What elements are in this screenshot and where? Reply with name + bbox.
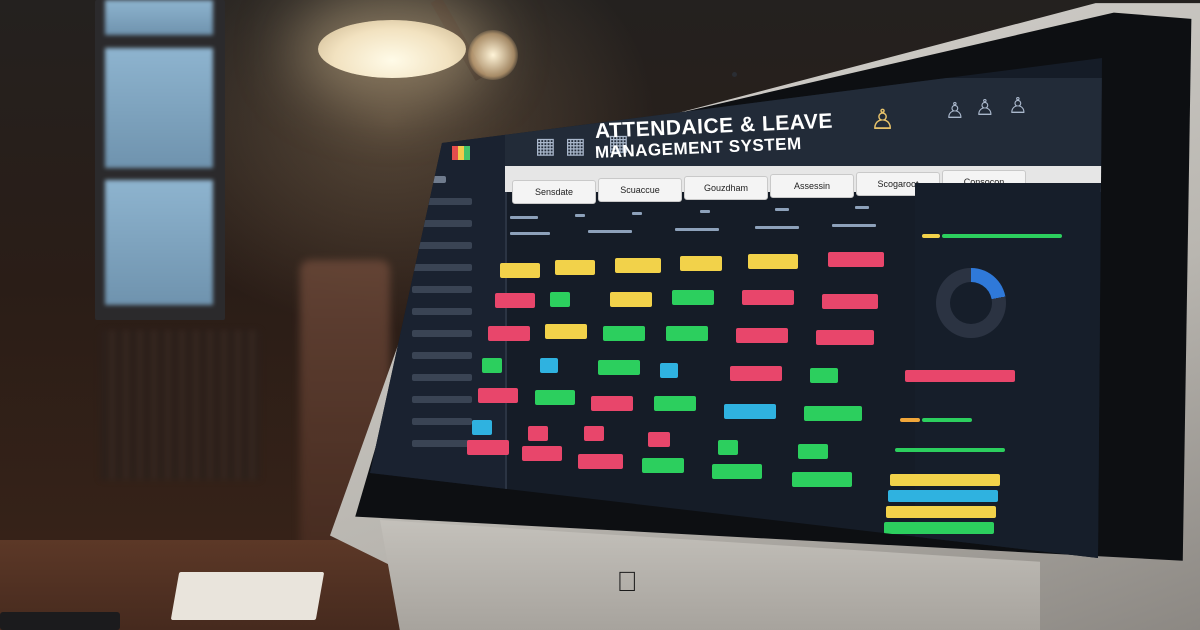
sidebar-item[interactable] <box>412 396 472 403</box>
attendance-bar[interactable] <box>615 258 661 273</box>
attendance-bar[interactable] <box>822 294 878 309</box>
attendance-bar[interactable] <box>828 252 884 267</box>
attendance-bar[interactable] <box>654 396 696 411</box>
attendance-bar[interactable] <box>680 256 722 271</box>
attendance-bar[interactable] <box>603 326 645 341</box>
summary-bar[interactable] <box>884 522 994 534</box>
column-subheader <box>588 230 632 233</box>
attendance-bar[interactable] <box>724 404 776 419</box>
sidebar-item[interactable] <box>412 418 472 425</box>
column-header <box>855 206 869 209</box>
window-pane <box>105 180 213 305</box>
attendance-bar[interactable] <box>550 292 570 307</box>
sidebar-item[interactable] <box>412 374 472 381</box>
column-subheader <box>675 228 719 231</box>
tab[interactable]: Gouzdham <box>684 176 768 200</box>
attendance-bar[interactable] <box>500 263 540 278</box>
attendance-bar[interactable] <box>467 440 509 455</box>
attendance-bar[interactable] <box>748 254 798 269</box>
progress-line <box>900 418 920 422</box>
grid-icon[interactable]: ▦ <box>535 133 556 159</box>
attendance-bar[interactable] <box>528 426 548 441</box>
attendance-bar[interactable] <box>578 454 623 469</box>
summary-bar[interactable] <box>890 474 1000 486</box>
attendance-bar[interactable] <box>648 432 670 447</box>
column-subheader <box>832 224 876 227</box>
attendance-bar[interactable] <box>535 390 575 405</box>
gauge-center <box>950 282 992 324</box>
attendance-bar[interactable] <box>482 358 502 373</box>
progress-line <box>922 418 972 422</box>
attendance-bar[interactable] <box>642 458 684 473</box>
column-header <box>575 214 585 217</box>
progress-line <box>942 234 1062 238</box>
attendance-bar[interactable] <box>488 326 530 341</box>
sidebar-item[interactable] <box>412 330 472 337</box>
summary-bar[interactable] <box>888 490 998 502</box>
column-header <box>775 208 789 211</box>
attendance-bar[interactable] <box>522 446 562 461</box>
keyboard-edge <box>0 612 120 630</box>
user-icon[interactable]: ♙ <box>975 95 995 121</box>
attendance-bar[interactable] <box>472 420 492 435</box>
sidebar-item[interactable] <box>412 352 472 359</box>
user-icon[interactable]: ♙ <box>1008 93 1028 119</box>
attendance-bar[interactable] <box>495 293 535 308</box>
lamp-shade <box>318 20 466 78</box>
column-subheader <box>510 232 550 235</box>
progress-line <box>895 448 1005 452</box>
attendance-bar[interactable] <box>736 328 788 343</box>
radiator <box>100 330 260 480</box>
attendance-bar[interactable] <box>730 366 782 381</box>
summary-bar[interactable] <box>905 370 1015 382</box>
window-pane <box>105 0 213 35</box>
attendance-bar[interactable] <box>545 324 587 339</box>
attendance-bar[interactable] <box>810 368 838 383</box>
attendance-bar[interactable] <box>540 358 558 373</box>
attendance-bar[interactable] <box>792 472 852 487</box>
attendance-bar[interactable] <box>555 260 595 275</box>
people-icon[interactable]: ♙ <box>870 103 895 136</box>
attendance-bar[interactable] <box>610 292 652 307</box>
attendance-bar[interactable] <box>816 330 874 345</box>
sidebar-item[interactable] <box>412 242 472 249</box>
attendance-bar[interactable] <box>591 396 633 411</box>
sidebar-item[interactable] <box>412 286 472 293</box>
chair <box>300 260 390 560</box>
attendance-bar[interactable] <box>478 388 518 403</box>
user-icon[interactable]: ♙ <box>945 98 965 124</box>
tab[interactable]: Sensdate <box>512 180 596 204</box>
attendance-bar[interactable] <box>660 363 678 378</box>
attendance-bar[interactable] <box>742 290 794 305</box>
tab[interactable]: Assessin <box>770 174 854 198</box>
column-header <box>700 210 710 213</box>
lamp-bulb <box>458 20 528 90</box>
paper-sheet <box>170 572 325 620</box>
column-subheader <box>755 226 799 229</box>
attendance-bar[interactable] <box>598 360 640 375</box>
sidebar-item[interactable] <box>412 308 472 315</box>
attendance-bar[interactable] <box>666 326 708 341</box>
column-header <box>632 212 642 215</box>
attendance-bar[interactable] <box>804 406 862 421</box>
attendance-bar[interactable] <box>672 290 714 305</box>
tab[interactable]: Scuaccue <box>598 178 682 202</box>
grid-icon[interactable]: ▦ <box>565 133 586 159</box>
sidebar-item[interactable] <box>412 440 472 447</box>
summary-bar[interactable] <box>886 506 996 518</box>
sidebar-item[interactable] <box>412 264 472 271</box>
column-header <box>510 216 538 219</box>
attendance-bar[interactable] <box>712 464 762 479</box>
window-pane <box>105 48 213 168</box>
attendance-bar[interactable] <box>718 440 738 455</box>
app-title: ATTENDAICE & LEAVE MANAGEMENT SYSTEM <box>594 110 845 166</box>
attendance-bar[interactable] <box>798 444 828 459</box>
attendance-bar[interactable] <box>584 426 604 441</box>
sidebar-logo-icon <box>452 146 470 160</box>
progress-line <box>922 234 940 238</box>
